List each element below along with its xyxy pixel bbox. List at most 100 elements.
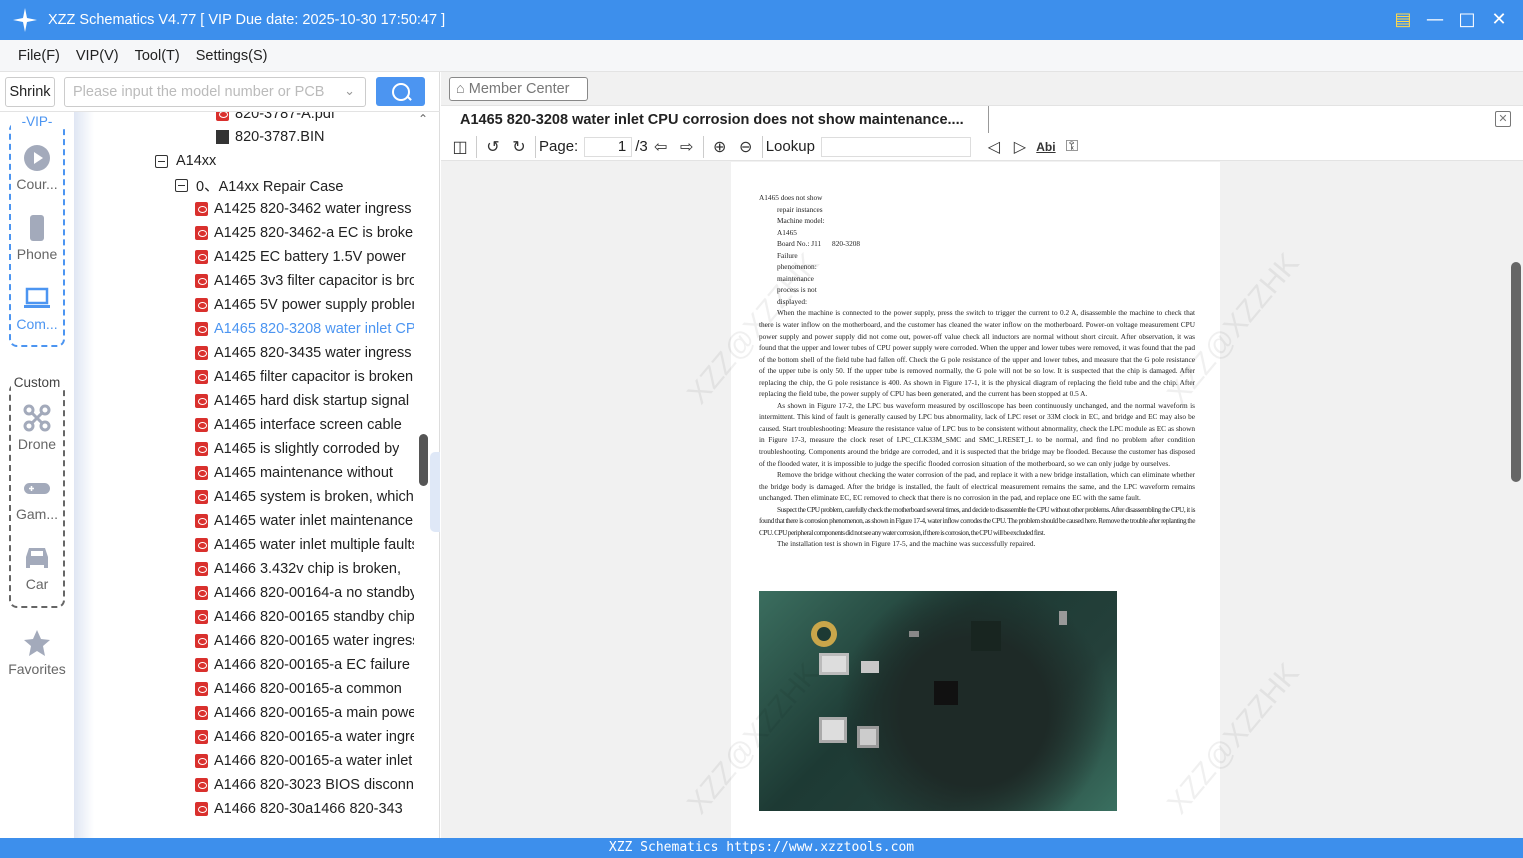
nav-computer[interactable]: Com... bbox=[0, 284, 74, 332]
nav-course[interactable]: Cour... bbox=[0, 144, 74, 192]
page-number-input[interactable]: 1 bbox=[584, 136, 633, 157]
menu-tool[interactable]: Tool(T) bbox=[135, 48, 180, 64]
nav-car[interactable]: Car bbox=[0, 544, 74, 592]
menu-vip[interactable]: VIP(V) bbox=[76, 48, 119, 64]
file-label: 820-3787.BIN bbox=[235, 129, 325, 145]
tree-item-label: A1466 820-30a1466 820-343 bbox=[214, 801, 403, 817]
tree-item-label: A1465 maintenance without bbox=[214, 465, 393, 481]
tree-item[interactable]: A1465 3v3 filter capacitor is broken bbox=[195, 269, 414, 293]
doc-heading-line: Failure bbox=[777, 250, 798, 260]
scroll-up-icon[interactable]: ⌃ bbox=[418, 112, 428, 126]
binoculars-icon[interactable]: ⚿ bbox=[1061, 136, 1083, 158]
minimize-button[interactable]: — bbox=[1425, 8, 1445, 30]
tree-item[interactable]: A1466 820-00165 water ingress bbox=[195, 629, 414, 653]
next-page-icon[interactable]: ⇨ bbox=[676, 136, 698, 158]
tree-item[interactable]: A1465 820-3435 water ingress bbox=[195, 341, 412, 365]
tree-item[interactable]: A1466 820-00165-a main power bbox=[195, 701, 414, 725]
tree-item[interactable]: A1425 820-3462 water ingress bbox=[195, 197, 412, 221]
tree-item-label: A1466 820-00165-a EC failure bbox=[214, 657, 410, 673]
tree-item[interactable]: A1465 is slightly corroded by bbox=[195, 437, 399, 461]
gamepad-icon bbox=[24, 483, 50, 494]
panel-collapse-handle[interactable] bbox=[430, 452, 440, 532]
tree-item-label: A1465 interface screen cable bbox=[214, 417, 402, 433]
tree-item[interactable]: A1465 system is broken, which bbox=[195, 485, 414, 509]
tree-item[interactable]: A1465 filter capacitor is broken bbox=[195, 365, 413, 389]
pdf-icon bbox=[195, 394, 208, 408]
nav-game[interactable]: Gam... bbox=[0, 474, 74, 522]
nav-favorites[interactable]: Favorites bbox=[0, 629, 74, 677]
pdf-icon bbox=[195, 610, 208, 624]
doc-tab[interactable]: A1465 820-3208 water inlet CPU corrosion… bbox=[441, 106, 989, 134]
tree-item[interactable]: A1466 820-00165-a common bbox=[195, 677, 402, 701]
bin-file-icon bbox=[216, 130, 229, 144]
tree-item[interactable]: A1425 820-3462-a EC is broken bbox=[195, 221, 414, 245]
tree-item[interactable]: A1465 5V power supply problem bbox=[195, 293, 414, 317]
zoom-in-icon[interactable]: ⊕ bbox=[709, 136, 731, 158]
tree-item[interactable]: A1466 820-00164-a no standby bbox=[195, 581, 414, 605]
tree-item[interactable]: A1425 EC battery 1.5V power bbox=[195, 245, 406, 269]
doc-heading-line: A1465 does not show bbox=[759, 193, 823, 202]
tree-file[interactable]: 820-3787-A.pdf bbox=[216, 112, 335, 126]
tree-item[interactable]: A1466 820-00165-a EC failure bbox=[195, 653, 410, 677]
rotate-left-icon[interactable]: ↺ bbox=[482, 136, 504, 158]
nav-label: Phone bbox=[16, 246, 58, 262]
tree-item[interactable]: A1466 820-30a1466 820-343 bbox=[195, 797, 403, 821]
lookup-input[interactable] bbox=[820, 136, 971, 157]
folder-label: A14xx bbox=[176, 153, 217, 169]
menu-file[interactable]: File(F) bbox=[18, 48, 60, 64]
search-button[interactable] bbox=[376, 77, 425, 106]
tree-item-label: A1466 820-00165 water ingress bbox=[214, 633, 414, 649]
find-next-icon[interactable]: ▷ bbox=[1009, 136, 1031, 158]
tree-item[interactable]: A1465 interface screen cable bbox=[195, 413, 402, 437]
vip-group-label: -VIP- bbox=[11, 114, 63, 129]
zoom-out-icon[interactable]: ⊖ bbox=[735, 136, 757, 158]
vip-bag-icon[interactable]: ▤ bbox=[1393, 8, 1413, 30]
lookup-label: Lookup bbox=[765, 138, 815, 155]
close-button[interactable]: ✕ bbox=[1489, 8, 1509, 30]
tree-item[interactable]: A1465 water inlet maintenance bbox=[195, 509, 413, 533]
tree-scroll-thumb[interactable] bbox=[419, 434, 428, 486]
app-logo-icon bbox=[12, 7, 38, 33]
collapse-icon[interactable] bbox=[175, 178, 188, 192]
doc-heading-line: Board No.: J11 820-3208 bbox=[777, 239, 861, 249]
tree-file[interactable]: 820-3787.BIN bbox=[216, 125, 324, 149]
tree-folder-repair-case[interactable]: 0、A14xx Repair Case bbox=[175, 173, 344, 197]
tree-folder-a14xx[interactable]: A14xx bbox=[155, 149, 216, 173]
tree-item[interactable]: A1465 water inlet multiple faults bbox=[195, 533, 414, 557]
nav-drone[interactable]: Drone bbox=[0, 404, 74, 452]
pdf-icon bbox=[195, 418, 208, 432]
member-center-button[interactable]: ⌂ Member Center bbox=[449, 77, 588, 101]
close-tab-icon[interactable]: ✕ bbox=[1495, 111, 1511, 127]
category-nav: -VIP- Custom Cour... Phone Com... Drone … bbox=[0, 112, 74, 838]
rotate-right-icon[interactable]: ↻ bbox=[508, 136, 530, 158]
tree-item[interactable]: A1466 820-3023 BIOS disconnected bbox=[195, 773, 414, 797]
page-label: Page: bbox=[539, 138, 579, 155]
pdf-icon bbox=[195, 562, 208, 576]
nav-phone[interactable]: Phone bbox=[0, 214, 74, 262]
chevron-down-icon[interactable]: ⌄ bbox=[344, 83, 355, 99]
nav-label: Drone bbox=[17, 436, 57, 452]
tree-item[interactable]: A1465 820-3208 water inlet CPU corrosion bbox=[195, 317, 414, 341]
tree-item[interactable]: A1466 820-00165-a water inlet bbox=[195, 749, 412, 773]
tree-item[interactable]: A1466 820-00165 standby chip bbox=[195, 605, 414, 629]
collapse-icon[interactable] bbox=[155, 154, 168, 168]
pdf-page: A1465 does not show repair instances Machi… bbox=[681, 162, 1306, 838]
model-search-input[interactable]: Please input the model number or PCB ⌄ bbox=[64, 77, 366, 107]
tree-item[interactable]: A1465 hard disk startup signal bbox=[195, 389, 409, 413]
find-prev-icon[interactable]: ◁ bbox=[983, 136, 1005, 158]
maximize-button[interactable]: □ bbox=[1457, 8, 1477, 30]
viewer-scroll-thumb[interactable] bbox=[1511, 262, 1521, 482]
doc-tab-title: A1465 820-3208 water inlet CPU corrosion… bbox=[460, 112, 964, 128]
menu-settings[interactable]: Settings(S) bbox=[196, 48, 268, 64]
two-page-icon[interactable]: ◫ bbox=[449, 136, 471, 158]
tree-item[interactable]: A1465 maintenance without bbox=[195, 461, 393, 485]
tree-item-label: A1425 820-3462-a EC is broken bbox=[214, 225, 414, 241]
match-case-button[interactable]: Abi bbox=[1035, 136, 1057, 158]
tree-item[interactable]: A1466 820-00165-a water ingress bbox=[195, 725, 414, 749]
pdf-viewer[interactable]: A1465 does not show repair instances Machi… bbox=[441, 162, 1523, 838]
car-icon bbox=[26, 548, 48, 568]
prev-page-icon[interactable]: ⇦ bbox=[650, 136, 672, 158]
tree-item[interactable]: A1466 3.432v chip is broken, bbox=[195, 557, 401, 581]
shrink-button[interactable]: Shrink bbox=[5, 77, 55, 107]
pdf-icon bbox=[195, 202, 208, 216]
